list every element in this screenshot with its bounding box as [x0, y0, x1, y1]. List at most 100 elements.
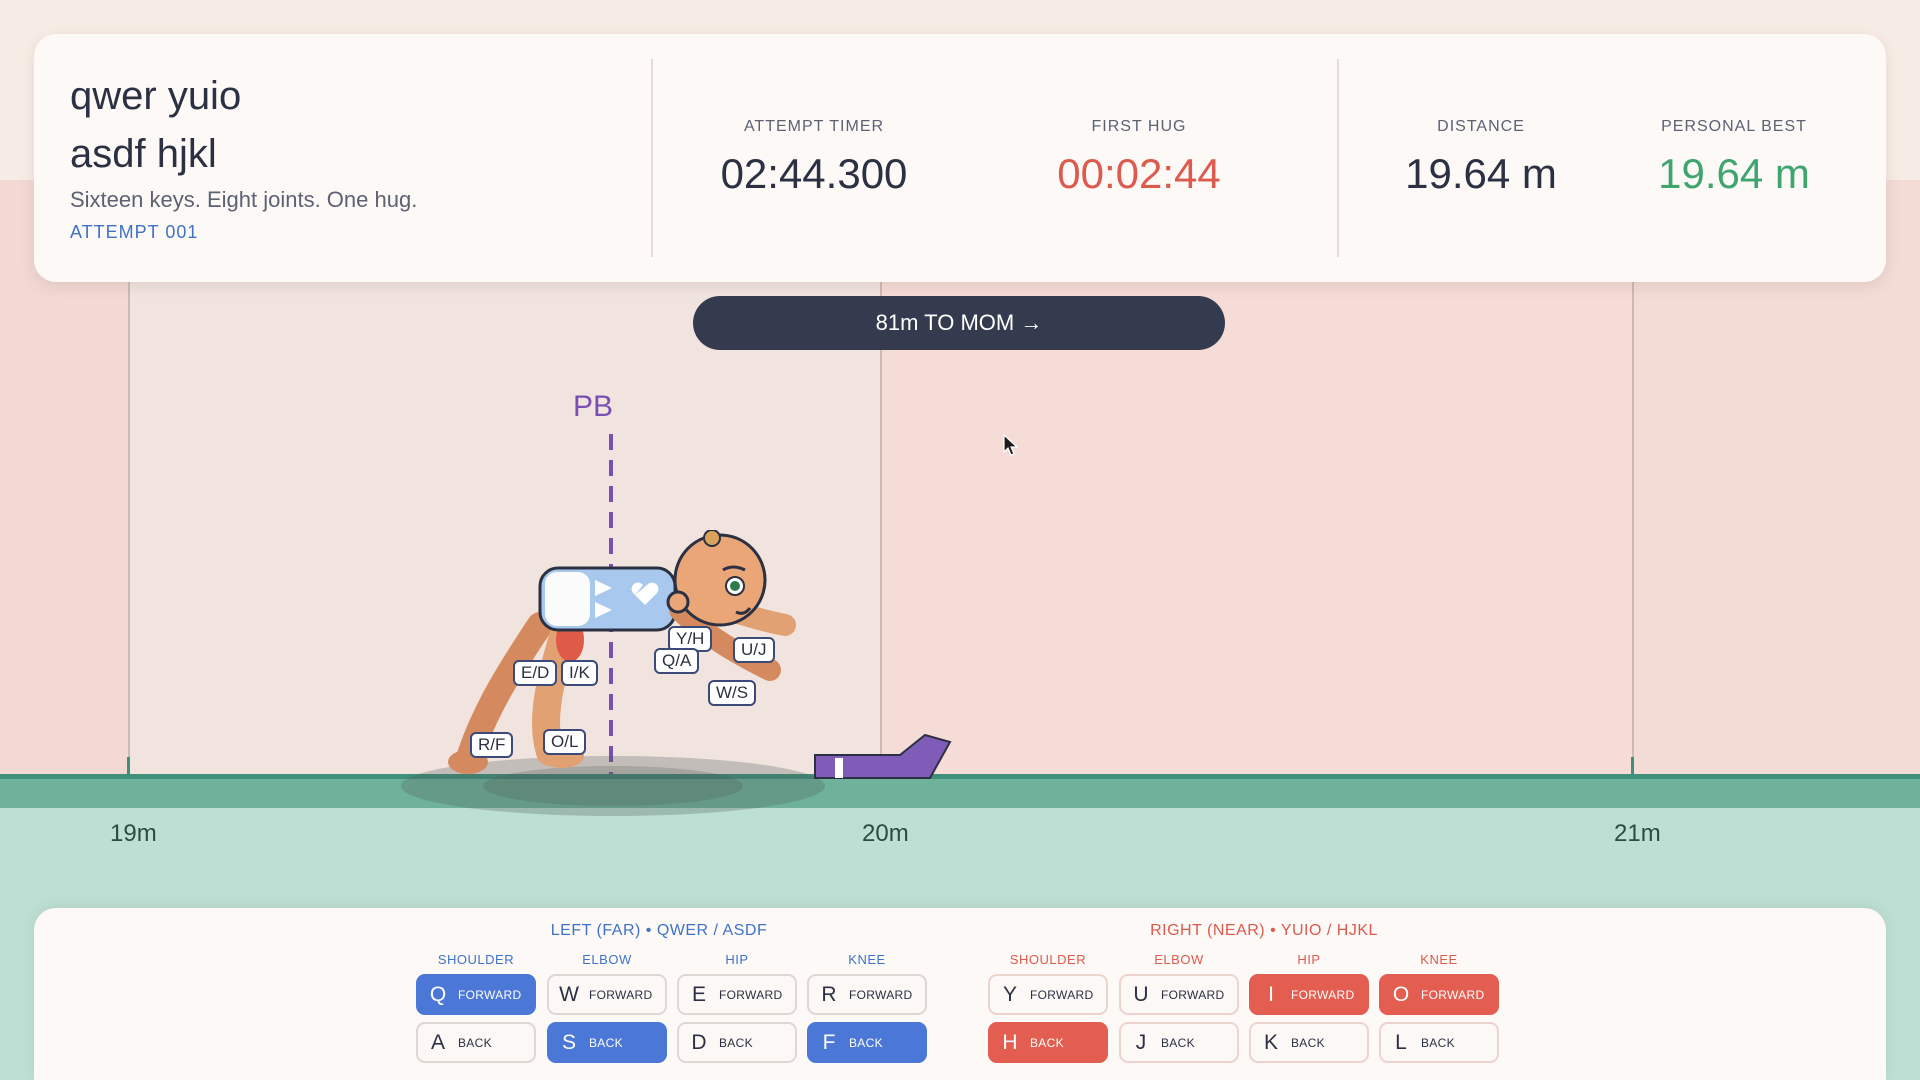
- meter-label-19: 19m: [110, 820, 157, 847]
- key-u-elbow-forward[interactable]: U FORWARD: [1119, 974, 1239, 1015]
- key-letter: A: [430, 1030, 445, 1054]
- baby-scene: [401, 530, 952, 816]
- key-e-hip-forward[interactable]: E FORWARD: [677, 974, 797, 1015]
- baby-diaper: [545, 572, 590, 626]
- header-divider: [1337, 59, 1339, 257]
- stat-first-hug: FIRST HUG 00:02:44: [1039, 118, 1239, 198]
- key-action: FORWARD: [849, 987, 913, 1002]
- key-action: FORWARD: [1030, 987, 1094, 1002]
- stat-value: 02:44.300: [720, 150, 908, 197]
- joint-label-hip: HIP: [1297, 952, 1321, 967]
- key-o-knee-forward[interactable]: O FORWARD: [1379, 974, 1499, 1015]
- attempt-counter: ATTEMPT 001: [70, 222, 199, 242]
- key-a-shoulder-back[interactable]: A BACK: [416, 1022, 536, 1063]
- stat-value: 00:02:44: [1057, 150, 1221, 197]
- stat-attempt-timer: ATTEMPT TIMER 02:44.300: [714, 118, 914, 198]
- key-action: FORWARD: [719, 987, 783, 1002]
- key-i-hip-forward[interactable]: I FORWARD: [1249, 974, 1369, 1015]
- header-card: qwer yuio asdf hjkl Sixteen keys. Eight …: [34, 34, 1886, 282]
- key-letter: L: [1395, 1030, 1407, 1054]
- stat-personal-best: PERSONAL BEST 19.64 m: [1634, 118, 1834, 198]
- key-k-hip-back[interactable]: K BACK: [1249, 1022, 1369, 1063]
- joint-label-shoulder: SHOULDER: [1009, 952, 1087, 967]
- key-action: FORWARD: [458, 987, 522, 1002]
- meter-tick: [127, 757, 130, 775]
- key-action: FORWARD: [1291, 987, 1355, 1002]
- meter-tick: [1631, 757, 1634, 775]
- game-title-line1: qwer yuio: [70, 74, 242, 118]
- right-side-title: RIGHT (NEAR) • YUIO / HJKL: [1150, 922, 1378, 939]
- tag-ws: W/S: [708, 680, 757, 706]
- key-r-knee-forward[interactable]: R FORWARD: [807, 974, 927, 1015]
- key-action: BACK: [458, 1035, 492, 1050]
- key-action: BACK: [719, 1035, 753, 1050]
- key-letter: R: [821, 982, 837, 1006]
- key-letter: J: [1135, 1030, 1147, 1054]
- joint-label-hip: HIP: [725, 952, 749, 967]
- key-letter: I: [1268, 982, 1274, 1006]
- tag-ed: E/D: [513, 660, 558, 686]
- key-letter: U: [1133, 982, 1149, 1006]
- joint-label-shoulder: SHOULDER: [437, 952, 515, 967]
- key-f-knee-back[interactable]: F BACK: [807, 1022, 927, 1063]
- key-l-knee-back[interactable]: L BACK: [1379, 1022, 1499, 1063]
- stat-value: 19.64 m: [1405, 150, 1557, 197]
- key-letter: F: [822, 1030, 836, 1054]
- key-letter: O: [1392, 982, 1410, 1006]
- stat-value: 19.64 m: [1658, 150, 1810, 197]
- key-letter: D: [691, 1030, 707, 1054]
- key-w-elbow-forward[interactable]: W FORWARD: [547, 974, 667, 1015]
- joint-label-elbow: ELBOW: [1154, 952, 1204, 967]
- tag-uj: U/J: [733, 637, 775, 663]
- controls-panel: LEFT (FAR) • QWER / ASDF RIGHT (NEAR) • …: [34, 908, 1886, 1080]
- meter-label-21: 21m: [1614, 820, 1661, 847]
- stat-label: PERSONAL BEST: [1661, 118, 1807, 135]
- tag-qa: Q/A: [654, 648, 700, 674]
- pb-marker-label: PB: [573, 390, 614, 423]
- stat-distance: DISTANCE 19.64 m: [1381, 118, 1581, 198]
- key-letter: K: [1263, 1030, 1278, 1054]
- toy-marker: [835, 758, 843, 778]
- baby-hair-curl: [703, 530, 721, 547]
- baby-shadow-core: [483, 766, 743, 806]
- tag-ol: O/L: [543, 729, 587, 755]
- distance-to-goal-banner: 81m TO MOM →: [693, 296, 1225, 350]
- key-q-shoulder-forward[interactable]: Q FORWARD: [416, 974, 536, 1015]
- key-letter: W: [559, 982, 579, 1006]
- stat-label: ATTEMPT TIMER: [743, 118, 885, 135]
- game-title-line2: asdf hjkl: [70, 132, 217, 176]
- key-letter: H: [1002, 1030, 1018, 1054]
- key-letter: Y: [1002, 982, 1017, 1006]
- key-action: BACK: [1291, 1035, 1325, 1050]
- key-action: FORWARD: [1421, 987, 1485, 1002]
- key-action: FORWARD: [1161, 987, 1225, 1002]
- key-letter: S: [561, 1030, 576, 1054]
- key-y-shoulder-forward[interactable]: Y FORWARD: [988, 974, 1108, 1015]
- key-letter: E: [691, 982, 706, 1006]
- joint-label-knee: KNEE: [848, 952, 886, 967]
- header-divider: [651, 59, 653, 257]
- key-s-elbow-back[interactable]: S BACK: [547, 1022, 667, 1063]
- key-action: BACK: [1421, 1035, 1455, 1050]
- tag-ik: I/K: [561, 660, 598, 686]
- stat-label: DISTANCE: [1437, 118, 1525, 135]
- key-action: BACK: [589, 1035, 623, 1050]
- joint-label-knee: KNEE: [1420, 952, 1458, 967]
- stat-label: FIRST HUG: [1091, 118, 1187, 135]
- baby-ear: [666, 590, 690, 614]
- tag-rf: R/F: [470, 732, 514, 758]
- baby-pupil: [730, 581, 740, 591]
- key-action: BACK: [1030, 1035, 1064, 1050]
- key-h-shoulder-back[interactable]: H BACK: [988, 1022, 1108, 1063]
- key-d-hip-back[interactable]: D BACK: [677, 1022, 797, 1063]
- key-action: FORWARD: [589, 987, 653, 1002]
- joint-label-elbow: ELBOW: [582, 952, 632, 967]
- key-letter: Q: [429, 982, 447, 1006]
- key-j-elbow-back[interactable]: J BACK: [1119, 1022, 1239, 1063]
- mouse-cursor-icon: [1003, 434, 1019, 456]
- baby-head: [673, 533, 767, 627]
- left-side-title: LEFT (FAR) • QWER / ASDF: [550, 922, 768, 939]
- key-action: BACK: [1161, 1035, 1195, 1050]
- game-tagline: Sixteen keys. Eight joints. One hug.: [70, 187, 418, 212]
- key-action: BACK: [849, 1035, 883, 1050]
